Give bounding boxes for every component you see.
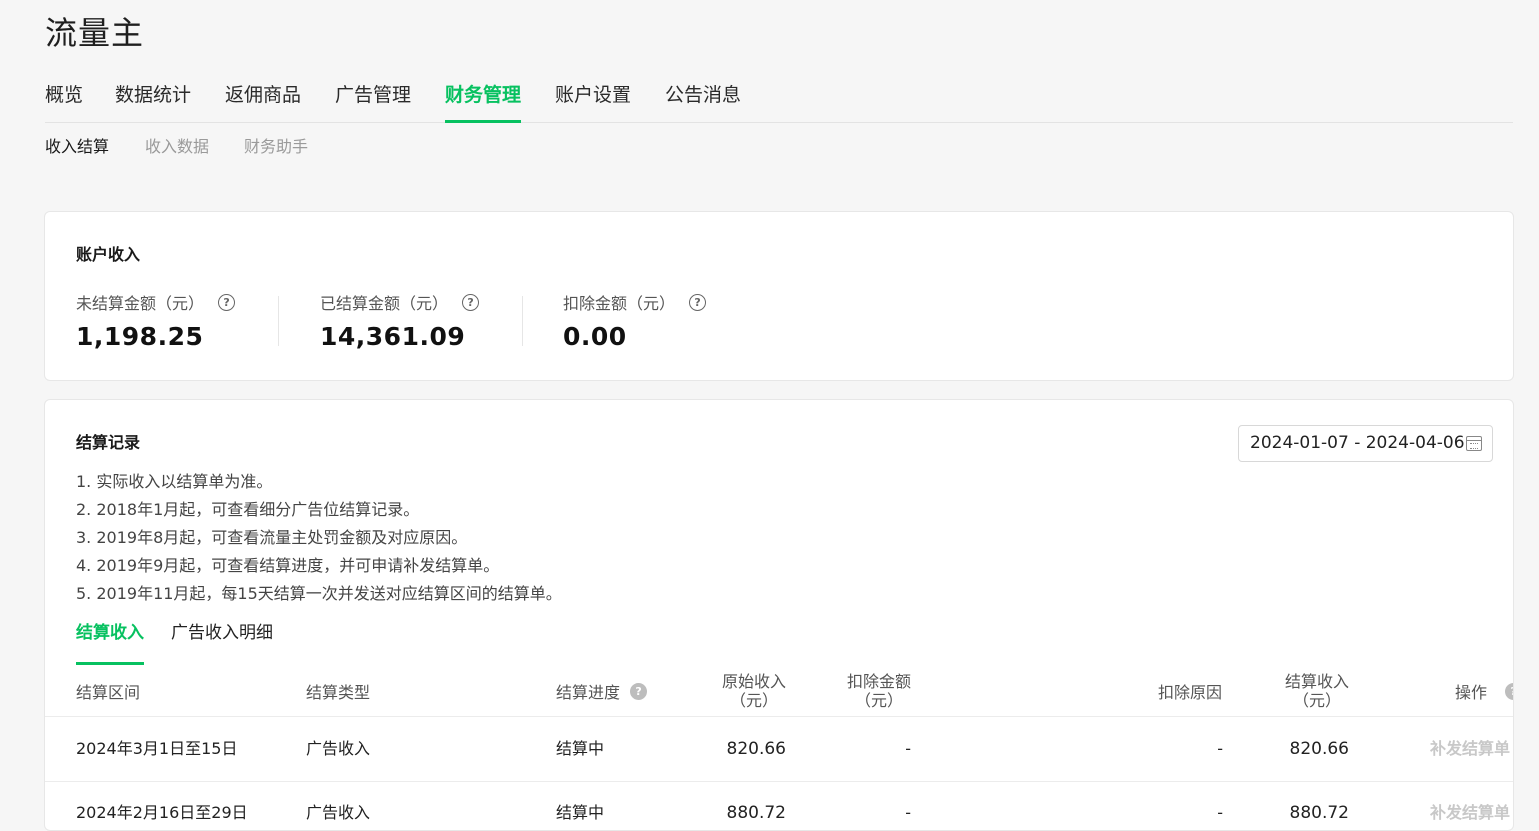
note-line: 2. 2018年1月起，可查看细分广告位结算记录。	[76, 500, 420, 519]
nav-account-settings[interactable]: 账户设置	[555, 78, 631, 120]
nav-rebate-goods[interactable]: 返佣商品	[225, 78, 301, 120]
col-period: 结算区间	[76, 683, 141, 702]
metric-settled: 已结算金额（元） ? 14,361.09	[320, 290, 480, 370]
date-range-picker[interactable]: 2024-01-07 - 2024-04-06	[1238, 425, 1493, 462]
cell-period: 2024年3月1日至15日	[76, 739, 238, 758]
cell-raw-income: 880.72	[726, 803, 786, 823]
subnav-finance-assistant[interactable]: 财务助手	[244, 134, 308, 160]
cell-period: 2024年2月16日至29日	[76, 803, 248, 822]
cell-progress: 结算中	[556, 739, 605, 758]
nav-announcements[interactable]: 公告消息	[665, 78, 741, 120]
metric-deducted-value: 0.00	[563, 322, 627, 351]
note-line: 1. 实际收入以结算单为准。	[76, 472, 273, 491]
help-icon[interactable]: ?	[689, 293, 707, 311]
metric-unsettled: 未结算金额（元） ? 1,198.25	[76, 290, 236, 370]
col-progress-label: 结算进度	[556, 683, 621, 702]
subnav-income-settlement[interactable]: 收入结算	[45, 134, 109, 160]
col-reason: 扣除原因	[1158, 683, 1223, 702]
metric-deducted-label: 扣除金额（元）	[563, 294, 676, 313]
metric-settled-label: 已结算金额（元）	[320, 294, 449, 313]
table-header: 结算区间 结算类型 结算进度 ? 原始收入 （元） 扣除金额 （元） 扣除原因 …	[45, 666, 1513, 717]
col-action-label: 操作	[1455, 683, 1488, 702]
metric-unsettled-label: 未结算金额（元）	[76, 294, 205, 313]
cell-settled: 880.72	[1289, 803, 1349, 823]
subnav-income-data[interactable]: 收入数据	[145, 134, 209, 160]
reissue-statement-link[interactable]: 补发结算单	[1430, 717, 1510, 781]
col-settled-label: 结算收入	[1284, 672, 1349, 691]
note-line: 4. 2019年9月起，可查看结算进度，并可申请补发结算单。	[76, 556, 500, 575]
table-row: 2024年2月16日至29日 广告收入 结算中 880.72 - - 880.7…	[45, 781, 1513, 830]
metric-unsettled-value: 1,198.25	[76, 322, 204, 351]
tab-settled-income[interactable]: 结算收入	[76, 622, 144, 665]
account-income-card: 账户收入 未结算金额（元） ? 1,198.25 已结算金额（元） ? 14,3…	[44, 211, 1514, 381]
cell-progress: 结算中	[556, 803, 605, 822]
cell-reason: -	[1217, 739, 1223, 758]
settlement-records-card: 结算记录 2024-01-07 - 2024-04-06 1. 实际收入以结算单…	[44, 399, 1514, 831]
col-deduct-unit: （元）	[854, 691, 903, 710]
account-income-title: 账户收入	[76, 245, 141, 264]
reissue-statement-link[interactable]: 补发结算单	[1430, 781, 1510, 830]
help-icon[interactable]: ?	[462, 293, 480, 311]
nav-ad-management[interactable]: 广告管理	[335, 78, 411, 120]
metric-deducted: 扣除金额（元） ? 0.00	[563, 290, 707, 370]
cell-raw-income: 820.66	[726, 739, 786, 759]
note-line: 3. 2019年8月起，可查看流量主处罚金额及对应原因。	[76, 528, 468, 547]
col-deduct: 扣除金额 （元）	[839, 666, 919, 716]
metric-divider	[278, 296, 279, 346]
col-settled: 结算收入 （元）	[1277, 666, 1357, 716]
col-raw-income-unit: （元）	[729, 691, 778, 710]
note-line: 5. 2019年11月起，每15天结算一次并发送对应结算区间的结算单。	[76, 584, 562, 603]
help-icon[interactable]: ?	[1505, 682, 1513, 700]
nav-data-stats[interactable]: 数据统计	[115, 78, 191, 120]
col-action: 操作 ?	[1455, 666, 1513, 716]
col-deduct-label: 扣除金额	[846, 672, 911, 691]
nav-finance-management[interactable]: 财务管理	[445, 78, 522, 123]
nav-overview[interactable]: 概览	[45, 78, 83, 120]
settlement-records-title: 结算记录	[76, 433, 141, 452]
col-progress: 结算进度 ?	[556, 666, 648, 716]
cell-settled: 820.66	[1289, 739, 1349, 759]
cell-reason: -	[1217, 803, 1223, 822]
help-icon[interactable]: ?	[630, 682, 648, 700]
settlement-notes: 1. 实际收入以结算单为准。 2. 2018年1月起，可查看细分广告位结算记录。…	[76, 468, 562, 608]
metric-divider	[522, 296, 523, 346]
table-row: 2024年3月1日至15日 广告收入 结算中 820.66 - - 820.66…	[45, 717, 1513, 782]
main-nav: 概览 数据统计 返佣商品 广告管理 财务管理 账户设置 公告消息	[45, 78, 1513, 123]
cell-deduct: -	[905, 803, 911, 822]
cell-type: 广告收入	[306, 803, 371, 822]
metric-settled-value: 14,361.09	[320, 322, 466, 351]
col-raw-income-label: 原始收入	[721, 672, 786, 691]
calendar-icon	[1466, 436, 1482, 451]
col-raw-income: 原始收入 （元）	[714, 666, 794, 716]
tab-ad-income-detail[interactable]: 广告收入明细	[171, 622, 273, 662]
date-range-value: 2024-01-07 - 2024-04-06	[1250, 433, 1465, 453]
help-icon[interactable]: ?	[218, 293, 236, 311]
col-settled-unit: （元）	[1292, 691, 1341, 710]
cell-deduct: -	[905, 739, 911, 758]
col-type: 结算类型	[306, 683, 371, 702]
app-title: 流量主	[45, 14, 145, 52]
cell-type: 广告收入	[306, 739, 371, 758]
